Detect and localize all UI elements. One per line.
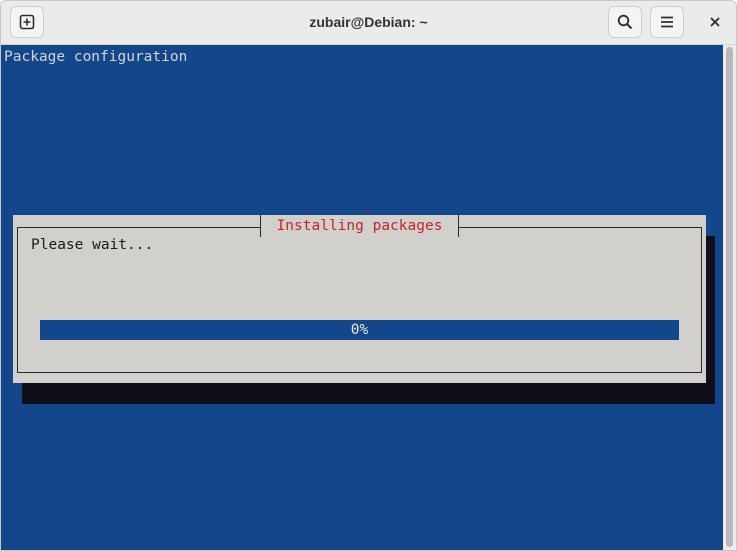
search-icon [617, 14, 633, 30]
search-button[interactable] [608, 6, 642, 38]
menu-button[interactable] [650, 6, 684, 38]
dialog-title: Installing packages [260, 215, 459, 237]
dialog-message: Please wait... [31, 237, 154, 253]
close-icon [710, 17, 720, 27]
installing-packages-dialog: Installing packages Please wait... 0% [13, 215, 706, 383]
terminal-area[interactable]: Package configuration Installing package… [1, 45, 723, 550]
progress-bar: 0% [40, 320, 679, 340]
terminal-window: zubair@Debian: ~ Package configuration I… [0, 0, 737, 551]
title-bar: zubair@Debian: ~ [1, 1, 736, 45]
scrollbar[interactable] [723, 45, 736, 550]
hamburger-menu-icon [661, 16, 673, 28]
progress-label: 0% [350, 322, 369, 338]
close-button[interactable] [699, 6, 731, 38]
scrollbar-thumb[interactable] [726, 47, 733, 547]
package-configuration-header: Package configuration [4, 49, 188, 65]
